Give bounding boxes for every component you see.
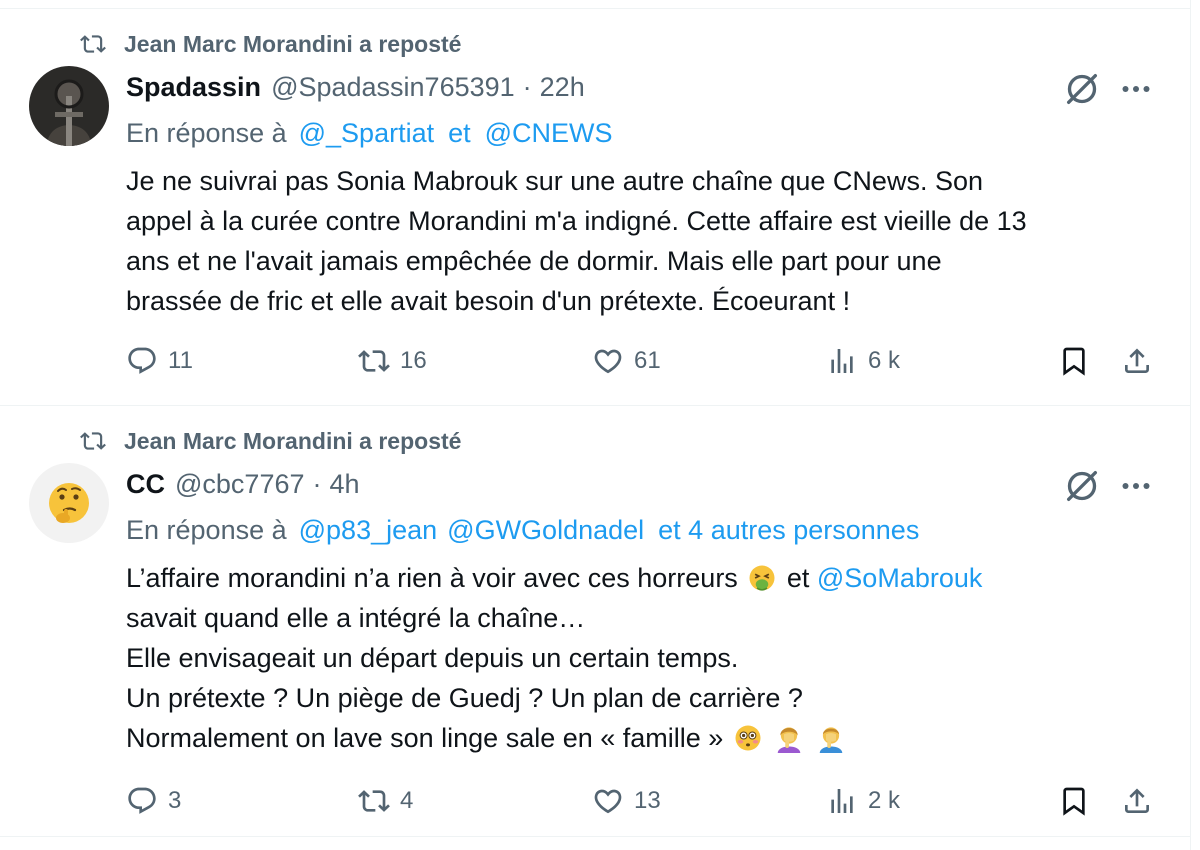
share-button[interactable] (1121, 341, 1153, 381)
bookmark-icon (1063, 347, 1085, 376)
separator-dot: · (312, 468, 322, 499)
like-count: 13 (634, 787, 661, 814)
mention-link[interactable]: @SoMabrouk (817, 563, 982, 593)
others-mentions-link[interactable]: et 4 autres personnes (658, 515, 919, 546)
repost-icon (80, 35, 106, 53)
action-bar: 11 16 61 6 k (126, 341, 1166, 381)
mention-conjunction: et (448, 117, 471, 148)
vomiting-face-icon (749, 565, 775, 591)
repost-button[interactable]: 4 (358, 781, 413, 821)
tweet-text-line: L’affaire morandini n’a rien à voir avec… (126, 558, 1166, 598)
like-button[interactable]: 13 (592, 781, 661, 821)
mention-link[interactable]: @GWGoldnadel (447, 515, 644, 546)
reply-prefix: En réponse à (126, 514, 287, 545)
timestamp[interactable]: 22h (540, 72, 585, 103)
repost-context: Jean Marc Morandini a reposté (78, 29, 461, 59)
avatar-image (29, 66, 109, 146)
views-icon (831, 789, 853, 813)
reply-context: En réponse à @_Spartiat et @CNEWS (126, 113, 627, 153)
repost-count: 4 (400, 787, 414, 814)
repost-icon (358, 790, 390, 812)
tweet-card[interactable]: Jean Marc Morandini a reposté CC @cbc776… (0, 406, 1191, 837)
bookmark-button[interactable] (1058, 781, 1090, 821)
share-icon (1125, 788, 1149, 813)
tweet-text-line: Normalement on lave son linge sale en « … (126, 718, 1166, 758)
reply-count: 3 (168, 787, 182, 814)
share-button[interactable] (1121, 781, 1153, 821)
user-handle[interactable]: @cbc7767 (175, 469, 305, 500)
reply-icon (128, 347, 156, 374)
timestamp[interactable]: 4h (330, 469, 360, 500)
heart-icon (594, 789, 622, 814)
more-icon[interactable] (1118, 468, 1154, 504)
tweet-text-segment: et (786, 563, 810, 593)
mention-link[interactable]: @_Spartiat (299, 118, 434, 149)
man-facepalming-icon (819, 727, 843, 753)
tweet-card[interactable]: Jean Marc Morandini a reposté Spadassin … (0, 9, 1191, 406)
tweet-header: Spadassin @Spadassin765391 · 22h (126, 67, 585, 107)
grok-icon[interactable] (1062, 69, 1102, 109)
tweet-text-line: Un prétexte ? Un piège de Guedj ? Un pla… (126, 683, 803, 713)
grok-icon[interactable] (1062, 466, 1102, 506)
tweet-header: CC @cbc7767 · 4h (126, 464, 360, 504)
woman-facepalming-icon (778, 727, 801, 753)
views-icon (831, 349, 853, 373)
bookmark-button[interactable] (1058, 341, 1090, 381)
views-button[interactable]: 6 k (826, 341, 900, 381)
views-count: 6 k (868, 347, 901, 374)
tweet-text-line: brassée de fric et elle avait besoin d'u… (126, 286, 851, 316)
repost-context: Jean Marc Morandini a reposté (78, 426, 461, 456)
repost-icon (80, 432, 106, 450)
avatar[interactable] (29, 66, 109, 146)
repost-button[interactable]: 16 (358, 341, 427, 381)
like-count: 61 (634, 347, 661, 374)
reply-button[interactable]: 3 (126, 781, 181, 821)
tweet-text-segment: Normalement on lave son linge sale en « … (126, 723, 724, 753)
more-icon[interactable] (1118, 71, 1154, 107)
tweet-text: Je ne suivrai pas Sonia Mabrouk sur une … (126, 161, 1166, 321)
views-count: 2 k (868, 787, 901, 814)
bookmark-icon (1063, 787, 1085, 816)
action-bar: 3 4 13 2 k (126, 781, 1166, 821)
reply-context: En réponse à @p83_jean @GWGoldnadel et 4… (126, 510, 933, 550)
separator-dot: · (522, 71, 532, 102)
user-handle[interactable]: @Spadassin765391 (271, 72, 515, 103)
tweet-text: L’affaire morandini n’a rien à voir avec… (126, 558, 1166, 758)
avatar[interactable] (29, 463, 109, 543)
reply-count: 11 (168, 347, 193, 374)
mention-link[interactable]: @p83_jean (299, 515, 438, 546)
flushed-face-icon (735, 725, 761, 751)
display-name[interactable]: CC (126, 469, 165, 500)
thinking-face-avatar-icon (29, 463, 109, 543)
heart-icon (594, 349, 622, 374)
mention-link[interactable]: @CNEWS (485, 118, 613, 149)
like-button[interactable]: 61 (592, 341, 661, 381)
views-button[interactable]: 2 k (826, 781, 900, 821)
reply-icon (128, 787, 156, 814)
tweet-text-line: Elle envisageait un départ depuis un cer… (126, 643, 739, 673)
display-name[interactable]: Spadassin (126, 72, 261, 103)
repost-count: 16 (400, 347, 427, 374)
tweet-text-line: savait quand elle a intégré la chaîne… (126, 603, 586, 633)
reply-button[interactable]: 11 (126, 341, 193, 381)
tweet-text-line: Je ne suivrai pas Sonia Mabrouk sur une … (126, 166, 983, 196)
share-icon (1125, 348, 1149, 373)
repost-label[interactable]: Jean Marc Morandini a reposté (124, 31, 461, 58)
tweet-text-line: ans et ne l'avait jamais empêchée de dor… (126, 246, 942, 276)
tweet-text-segment: L’affaire morandini n’a rien à voir avec… (126, 563, 738, 593)
reply-prefix: En réponse à (126, 117, 287, 148)
repost-icon (358, 350, 390, 372)
repost-label[interactable]: Jean Marc Morandini a reposté (124, 428, 461, 455)
tweet-text-line: appel à la curée contre Morandini m'a in… (126, 206, 1027, 236)
